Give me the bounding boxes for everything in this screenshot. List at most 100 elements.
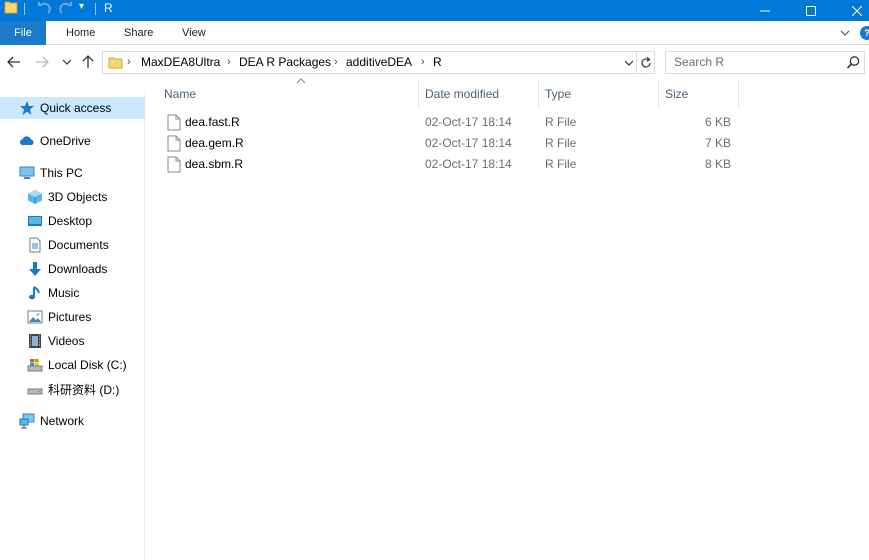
chevron-down-icon	[624, 60, 634, 66]
up-button[interactable]	[79, 53, 97, 71]
breadcrumb-separator[interactable]: ›	[127, 52, 131, 73]
sidebar-item-downloads[interactable]: Downloads	[0, 258, 145, 280]
breadcrumb-separator[interactable]: ›	[227, 52, 231, 73]
file-size: 8 KB	[704, 157, 731, 171]
file-name: dea.sbm.R	[185, 157, 244, 171]
sidebar-item-music[interactable]: Music	[0, 282, 145, 304]
sidebar-item-quick-access[interactable]: Quick access	[0, 97, 145, 119]
sidebar-item-onedrive[interactable]: OneDrive	[0, 130, 145, 152]
file-icon	[167, 156, 181, 173]
download-icon	[27, 261, 43, 277]
column-header-size[interactable]: Size	[659, 79, 739, 108]
file-row[interactable]: dea.fast.R 02-Oct-17 18:14 R File 6 KB	[162, 112, 742, 133]
sidebar-item-this-pc[interactable]: This PC	[0, 162, 145, 184]
tab-home[interactable]: Home	[54, 21, 107, 45]
file-row[interactable]: dea.gem.R 02-Oct-17 18:14 R File 7 KB	[162, 133, 742, 154]
column-header-name[interactable]: Name	[158, 78, 419, 108]
document-icon	[27, 237, 43, 253]
arrow-right-icon	[36, 56, 49, 68]
help-icon[interactable]: ?	[860, 26, 869, 40]
navigation-pane: Quick access OneDrive This PC 3D Objects…	[0, 93, 145, 560]
arrow-left-icon	[7, 56, 20, 68]
folder-icon	[108, 57, 123, 69]
recent-locations-button[interactable]	[58, 53, 76, 71]
file-type: R File	[545, 136, 577, 150]
window-title: R	[104, 1, 113, 15]
undo-icon[interactable]	[36, 0, 52, 16]
title-separator	[24, 3, 25, 15]
breadcrumb-separator[interactable]: ›	[334, 52, 338, 73]
search-input[interactable]: Search R	[674, 52, 724, 73]
arrow-up-icon	[82, 55, 94, 68]
star-icon	[19, 100, 35, 116]
address-dropdown-button[interactable]	[622, 52, 636, 73]
sidebar-item-label: This PC	[40, 166, 83, 180]
close-button[interactable]	[834, 0, 869, 21]
file-row[interactable]: dea.sbm.R 02-Oct-17 18:14 R File 8 KB	[162, 154, 742, 175]
sidebar-item-label: Downloads	[48, 262, 108, 276]
refresh-button[interactable]	[636, 52, 655, 73]
sidebar-item-label: 3D Objects	[48, 190, 108, 204]
tab-file[interactable]: File	[0, 21, 46, 45]
column-header-type[interactable]: Type	[539, 79, 659, 108]
breadcrumb-item[interactable]: R	[433, 52, 442, 73]
videos-icon	[27, 333, 43, 349]
tab-view[interactable]: View	[170, 21, 218, 45]
column-header-label: Type	[545, 87, 572, 101]
sidebar-item-label: Music	[48, 286, 80, 300]
ribbon: File Home Share View ?	[0, 21, 869, 45]
file-size: 7 KB	[704, 136, 731, 150]
maximize-icon	[806, 5, 816, 16]
refresh-icon	[641, 56, 651, 68]
customize-quick-access-icon[interactable]: ▾	[79, 1, 84, 12]
sidebar-item-videos[interactable]: Videos	[0, 330, 145, 352]
title-separator	[95, 3, 96, 15]
file-date: 02-Oct-17 18:14	[425, 136, 512, 150]
file-date: 02-Oct-17 18:14	[425, 115, 512, 129]
tab-share[interactable]: Share	[112, 21, 165, 45]
breadcrumb-separator[interactable]: ›	[421, 52, 425, 73]
file-icon	[167, 135, 181, 152]
back-button[interactable]	[5, 53, 23, 71]
sidebar-item-desktop[interactable]: Desktop	[0, 210, 145, 232]
forward-button[interactable]	[33, 53, 51, 71]
pictures-icon	[27, 309, 43, 325]
file-name: dea.fast.R	[185, 115, 240, 129]
close-icon	[852, 5, 862, 16]
sidebar-item-3d-objects[interactable]: 3D Objects	[0, 186, 145, 208]
sidebar-item-drive-d[interactable]: 科研资料 (D:)	[0, 378, 145, 400]
expand-ribbon-icon[interactable]	[838, 26, 852, 40]
breadcrumb-item[interactable]: DEA R Packages	[239, 52, 331, 73]
file-icon	[167, 114, 181, 131]
sidebar-item-label: Desktop	[48, 214, 93, 228]
sidebar-item-label: Quick access	[40, 101, 112, 115]
file-name: dea.gem.R	[185, 136, 244, 150]
column-header-date[interactable]: Date modified	[419, 79, 539, 108]
network-icon	[19, 413, 35, 429]
sidebar-item-pictures[interactable]: Pictures	[0, 306, 145, 328]
address-bar[interactable]: › MaxDEA8Ultra › DEA R Packages › additi…	[102, 51, 655, 74]
search-icon[interactable]	[846, 55, 861, 70]
title-bar: ▾ R	[0, 0, 869, 21]
search-box[interactable]: Search R	[665, 51, 865, 74]
redo-icon[interactable]	[58, 0, 74, 16]
chevron-down-icon	[62, 59, 72, 65]
drive-icon	[27, 381, 43, 397]
sidebar-item-network[interactable]: Network	[0, 410, 145, 432]
computer-icon	[19, 165, 35, 181]
maximize-button[interactable]	[788, 0, 834, 21]
minimize-icon	[760, 10, 770, 11]
breadcrumb-item[interactable]: additiveDEA	[346, 52, 412, 73]
breadcrumb-item[interactable]: MaxDEA8Ultra	[141, 52, 220, 73]
minimize-button[interactable]	[742, 0, 788, 21]
cloud-icon	[19, 133, 35, 149]
navigation-bar: › MaxDEA8Ultra › DEA R Packages › additi…	[0, 46, 869, 79]
column-header-label: Date modified	[425, 87, 500, 101]
sidebar-item-label: Network	[40, 414, 85, 428]
sidebar-item-documents[interactable]: Documents	[0, 234, 145, 256]
sidebar-item-label: 科研资料 (D:)	[48, 382, 120, 397]
sidebar-item-label: Documents	[48, 238, 109, 252]
sidebar-item-label: Local Disk (C:)	[48, 358, 127, 372]
sidebar-item-local-disk-c[interactable]: Local Disk (C:)	[0, 354, 145, 376]
column-header-label: Name	[164, 87, 197, 101]
